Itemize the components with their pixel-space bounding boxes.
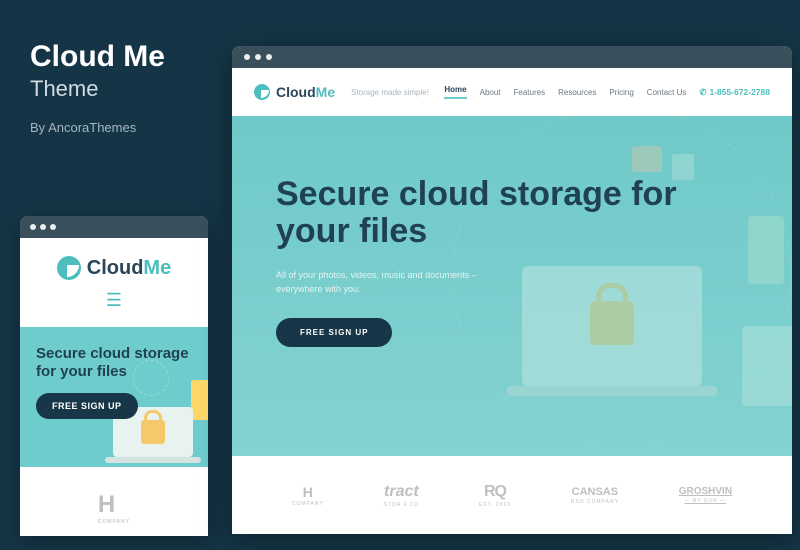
- main-nav: Home About Features Resources Pricing Co…: [444, 85, 770, 99]
- lock-icon: [590, 301, 634, 345]
- window-dot-icon: [50, 224, 56, 230]
- logo-text: CloudMe: [87, 257, 171, 280]
- nav-about[interactable]: About: [480, 88, 501, 97]
- page-title: Cloud Me: [30, 40, 165, 74]
- brand-logo-tract: tractSTOR F.CO: [384, 483, 420, 508]
- phone-icon: [191, 380, 208, 420]
- phone-icon: [748, 216, 784, 284]
- page-subtitle: Theme: [30, 76, 165, 102]
- brand-logo-h: HCOMPANY: [292, 484, 324, 507]
- window-dot-icon: [244, 54, 250, 60]
- cloud-logo-icon: [254, 84, 270, 100]
- brand-logo-groshvin: GROSHVIN— BY GVR —: [679, 486, 732, 504]
- picture-icon: [632, 146, 662, 172]
- tagline: Storage made simple!: [351, 88, 429, 97]
- hero-title: Secure cloud storage for your files: [276, 176, 748, 249]
- phone-icon: ✆: [699, 87, 706, 98]
- hero-subtitle: All of your photos, videos, music and do…: [276, 269, 748, 296]
- brand-logo-rq: RQEST. 2010: [479, 483, 511, 508]
- mobile-hero-title: Secure cloud storage for your files: [36, 345, 192, 381]
- mobile-brand-row: H COMPANY: [20, 467, 208, 536]
- desktop-hero: Secure cloud storage for your files All …: [232, 116, 792, 456]
- free-signup-button[interactable]: FREE SIGN UP: [276, 318, 392, 347]
- mobile-preview-frame: CloudMe ☰ Secure cloud storage for your …: [20, 216, 208, 536]
- desktop-header: CloudMe Storage made simple! Home About …: [232, 68, 792, 116]
- mobile-hero: Secure cloud storage for your files FREE…: [20, 327, 208, 467]
- page-header: Cloud Me Theme By AncoraThemes: [30, 40, 165, 135]
- cloud-logo-icon: [57, 256, 81, 280]
- page-byline: By AncoraThemes: [30, 120, 165, 135]
- phone-number: 1-855-672-2788: [710, 87, 771, 97]
- desktop-titlebar: [232, 46, 792, 68]
- tablet-icon: [742, 326, 792, 406]
- mobile-header: CloudMe ☰: [20, 238, 208, 327]
- logo[interactable]: CloudMe: [254, 84, 335, 100]
- nav-resources[interactable]: Resources: [558, 88, 596, 97]
- nav-home[interactable]: Home: [444, 85, 466, 99]
- logo[interactable]: CloudMe: [57, 256, 171, 280]
- free-signup-button[interactable]: FREE SIGN UP: [36, 393, 138, 419]
- nav-pricing[interactable]: Pricing: [609, 88, 633, 97]
- nav-contact[interactable]: Contact Us: [647, 88, 687, 97]
- brand-row: HCOMPANY tractSTOR F.CO RQEST. 2010 CANS…: [232, 456, 792, 534]
- logo-text: CloudMe: [276, 84, 335, 100]
- window-dot-icon: [255, 54, 261, 60]
- brand-logo-h: H COMPANY: [98, 491, 130, 525]
- desktop-preview-frame: CloudMe Storage made simple! Home About …: [232, 46, 792, 534]
- nav-features[interactable]: Features: [514, 88, 546, 97]
- lock-icon: [141, 420, 165, 444]
- window-dot-icon: [40, 224, 46, 230]
- phone-link[interactable]: ✆ 1-855-672-2788: [699, 87, 770, 98]
- brand-logo-cansas: CANSASRSO COMPANY: [571, 486, 619, 505]
- mobile-titlebar: [20, 216, 208, 238]
- window-dot-icon: [30, 224, 36, 230]
- window-dot-icon: [266, 54, 272, 60]
- hamburger-menu-icon[interactable]: ☰: [106, 290, 122, 311]
